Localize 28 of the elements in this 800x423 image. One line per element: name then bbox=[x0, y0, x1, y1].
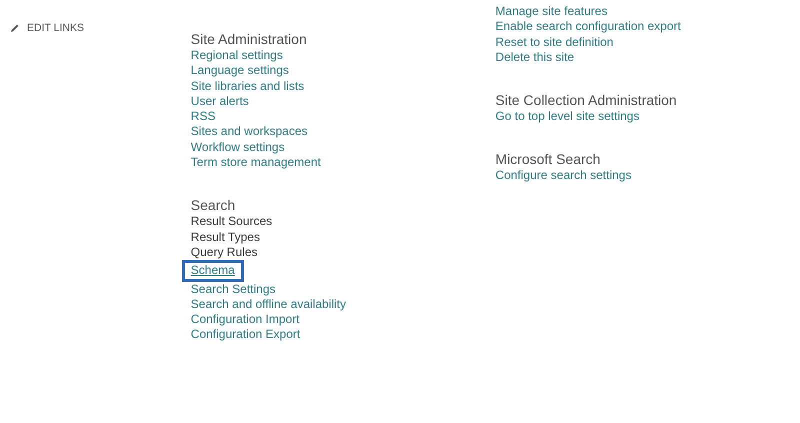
settings-link[interactable]: Enable search configuration export bbox=[495, 19, 681, 35]
settings-link[interactable]: Schema bbox=[182, 260, 244, 282]
settings-link[interactable]: Search and offline availability bbox=[190, 296, 346, 312]
settings-link[interactable]: Reset to site definition bbox=[495, 34, 614, 50]
settings-link[interactable]: Search Settings bbox=[190, 282, 276, 297]
settings-link[interactable]: Result Types bbox=[190, 230, 260, 245]
settings-link[interactable]: Go to top level site settings bbox=[495, 109, 640, 124]
settings-link[interactable]: Regional settings bbox=[190, 48, 283, 64]
settings-link[interactable]: Configuration Export bbox=[190, 327, 300, 343]
settings-link[interactable]: Language settings bbox=[190, 63, 289, 79]
settings-link[interactable]: Configure search settings bbox=[495, 168, 632, 184]
section-heading: Microsoft Search bbox=[495, 151, 602, 168]
section-heading: Search bbox=[190, 197, 236, 214]
section-heading: Site Administration bbox=[190, 31, 308, 48]
settings-link[interactable]: Delete this site bbox=[495, 50, 574, 66]
edit-links-link[interactable]: EDIT LINKS bbox=[10, 21, 84, 35]
pencil-icon bbox=[10, 23, 20, 33]
settings-link[interactable]: User alerts bbox=[190, 94, 249, 110]
settings-link[interactable]: RSS bbox=[190, 109, 216, 124]
settings-link[interactable]: Manage site features bbox=[495, 4, 608, 20]
settings-link[interactable]: Term store management bbox=[190, 155, 321, 170]
settings-link[interactable]: Result Sources bbox=[190, 214, 272, 230]
settings-link[interactable]: Query Rules bbox=[190, 244, 258, 260]
settings-link[interactable]: Configuration Import bbox=[190, 312, 300, 328]
settings-link[interactable]: Sites and workspaces bbox=[190, 124, 308, 140]
settings-link[interactable]: Workflow settings bbox=[190, 140, 285, 156]
section-heading: Site Collection Administration bbox=[495, 92, 678, 110]
settings-link[interactable]: Site libraries and lists bbox=[190, 78, 304, 94]
